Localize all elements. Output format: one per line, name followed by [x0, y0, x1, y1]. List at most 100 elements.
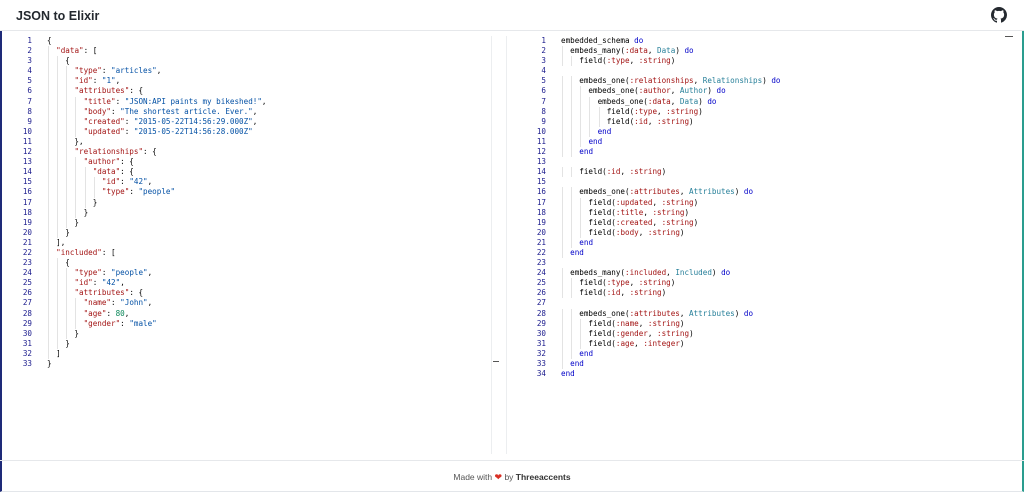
indent-guide: [571, 136, 573, 148]
indent-guide: [562, 106, 563, 117]
indent-guide: [75, 308, 77, 319]
code-text: embeds_one(:data, Data) do: [561, 96, 717, 106]
indent-guide: [562, 247, 563, 259]
indent-guide: [75, 96, 77, 107]
indent-guide: [66, 86, 68, 97]
code-line: 21 ],: [2, 237, 490, 248]
split-divider[interactable]: [491, 36, 507, 454]
github-icon[interactable]: [991, 7, 1007, 23]
indent-guide: [48, 217, 49, 228]
line-number: 26: [536, 288, 546, 298]
code-text: field(:created, :string): [561, 217, 699, 227]
indent-guide: [562, 76, 563, 87]
line-number: 7: [541, 96, 546, 106]
code-text: end: [579, 237, 594, 247]
indent-guide: [562, 338, 563, 349]
code-text: "body": "The shortest article. Ever.",: [83, 106, 258, 116]
indent-guide: [75, 106, 77, 117]
code-text: "id": "42",: [74, 278, 125, 288]
indent-guide: [48, 106, 49, 117]
json-input-editor[interactable]: 1{2 "data": [3 {4 "type": "articles", 5 "…: [2, 36, 490, 452]
code-line: 15 "id": "42",: [2, 177, 490, 188]
indent-guide: [84, 197, 86, 208]
indent-guide: [48, 187, 49, 198]
code-line: 20 field(:body, :string): [510, 227, 1010, 238]
code-line: 14 field(:id, :string): [510, 167, 1010, 178]
indent-guide: [57, 157, 59, 168]
indent-guide: [57, 227, 59, 238]
code-line: 32 ]: [2, 348, 490, 359]
scroll-indicator-right[interactable]: [1005, 36, 1013, 37]
indent-guide: [580, 318, 582, 329]
line-number: 28: [536, 308, 546, 318]
indent-guide: [75, 167, 77, 178]
code-line: 18 }: [2, 207, 490, 218]
code-line: 31 field(:age, :integer): [510, 338, 1010, 349]
code-line: 27 "name": "John",: [2, 298, 490, 309]
indent-guide: [580, 86, 582, 97]
scroll-indicator-left[interactable]: [493, 361, 499, 362]
indent-guide: [66, 298, 68, 309]
indent-guide: [48, 157, 49, 168]
indent-guide: [57, 298, 59, 309]
code-line: 2 embeds_many(:data, Data) do: [510, 46, 1010, 57]
code-line: 22 "included": [: [2, 247, 490, 259]
indent-guide: [580, 207, 582, 218]
indent-guide: [562, 86, 563, 97]
code-text: end: [579, 147, 594, 157]
code-line: 30 }: [2, 328, 490, 339]
code-text: {: [47, 258, 70, 268]
code-line: 28 embeds_one(:attributes, Attributes) d…: [510, 308, 1010, 319]
indent-guide: [562, 348, 563, 359]
code-line: 16 "type": "people": [2, 187, 490, 198]
code-line: 33 end: [510, 359, 1010, 370]
code-text: end: [570, 247, 584, 257]
line-number: 32: [22, 348, 32, 358]
code-text: "title": "JSON:API paints my bikeshed!",: [83, 96, 267, 106]
indent-guide: [571, 167, 573, 178]
code-text: }: [47, 207, 89, 217]
line-number: 29: [536, 318, 546, 328]
line-number: 12: [22, 147, 32, 157]
indent-guide: [571, 207, 573, 218]
code-text: "author": {: [83, 157, 134, 167]
line-number: 17: [536, 197, 546, 207]
page-title: JSON to Elixir: [16, 9, 100, 23]
elixir-output-editor[interactable]: 1 embedded_schema do 2 embeds_many(:data, …: [510, 36, 1010, 452]
indent-guide: [562, 268, 563, 279]
indent-guide: [562, 187, 563, 198]
indent-guide: [48, 86, 49, 97]
indent-guide: [580, 197, 582, 208]
indent-guide: [48, 56, 49, 67]
indent-guide: [57, 167, 59, 178]
line-number: 29: [22, 318, 32, 328]
indent-guide: [571, 86, 573, 97]
indent-guide: [66, 288, 68, 299]
code-line: 8 "body": "The shortest article. Ever.",: [2, 106, 490, 117]
indent-guide: [562, 126, 563, 137]
line-number: 19: [22, 217, 32, 227]
indent-guide: [75, 116, 77, 127]
code-line: 2 "data": [: [2, 46, 490, 57]
code-line: 29 field(:name, :string): [510, 318, 1010, 329]
code-line: 16 embeds_one(:attributes, Attributes) d…: [510, 187, 1010, 198]
code-line: 20 }: [2, 227, 490, 238]
code-line: 5 "id": "1",: [2, 76, 490, 87]
code-line: 9 "created": "2015-05-22T14:56:29.000Z",: [2, 116, 490, 127]
code-line: 26 field(:id, :string): [510, 288, 1010, 299]
indent-guide: [48, 167, 49, 178]
line-number: 23: [536, 258, 546, 268]
indent-guide: [562, 318, 563, 329]
code-text: "type": "articles",: [74, 66, 162, 76]
footer-author-link[interactable]: Threeaccents: [516, 472, 571, 482]
indent-guide: [48, 66, 49, 77]
line-number: 1: [27, 36, 32, 45]
indent-guide: [66, 157, 68, 168]
indent-guide: [48, 136, 49, 148]
indent-guide: [562, 96, 563, 107]
code-text: "attributes": {: [74, 86, 144, 96]
header: JSON to Elixir: [0, 0, 1024, 31]
indent-guide: [57, 318, 59, 329]
indent-guide: [48, 126, 49, 137]
indent-guide: [571, 318, 573, 329]
